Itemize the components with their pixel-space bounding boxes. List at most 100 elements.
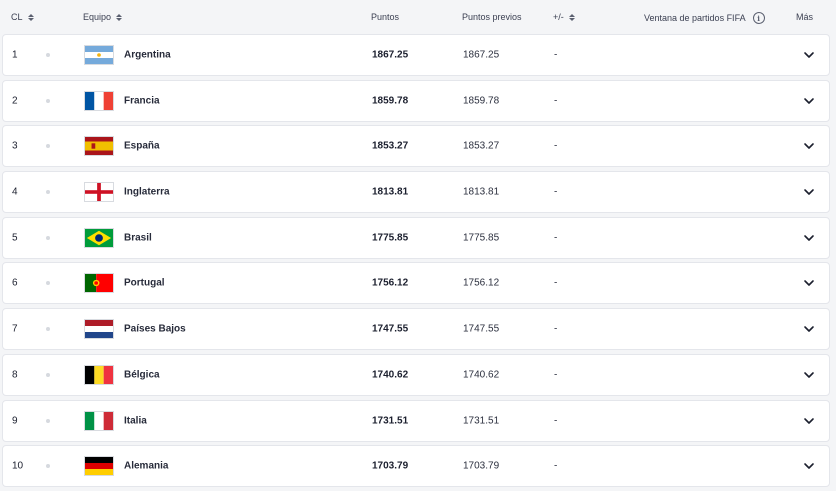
- points-diff: -: [554, 49, 558, 61]
- more-column-header: Más: [796, 12, 813, 22]
- points-diff: -: [554, 415, 558, 426]
- points-column-header: Puntos: [371, 12, 399, 22]
- team-name[interactable]: Inglaterra: [124, 187, 170, 198]
- points-header-label: Puntos: [371, 12, 400, 22]
- netherlands-flag-icon: [84, 319, 114, 340]
- team-column-header: Equipo: [83, 12, 112, 22]
- total-points: 1756.12: [372, 277, 409, 289]
- rank-number: 2: [12, 95, 18, 107]
- chevron-down-icon[interactable]: [803, 460, 815, 472]
- previous-points: 1867.25: [463, 49, 500, 61]
- team-name[interactable]: Brasil: [124, 232, 152, 243]
- trend-indicator: [46, 464, 50, 469]
- total-points: 1859.78: [372, 95, 409, 107]
- rank-number: 6: [12, 277, 18, 289]
- team-name[interactable]: Portugal: [124, 278, 165, 289]
- rank-number: 8: [12, 369, 18, 381]
- team-name[interactable]: Bélgica: [124, 369, 160, 380]
- sort-by-rank-button[interactable]: CL: [11, 12, 34, 22]
- trend-indicator: [46, 372, 50, 377]
- team-name[interactable]: Francia: [124, 95, 160, 106]
- rank-number: 4: [12, 186, 18, 198]
- chevron-down-icon[interactable]: [803, 186, 815, 198]
- match-window-column-header: Ventana de partidos FIFA i: [644, 12, 765, 24]
- england-flag-icon: [84, 182, 114, 203]
- chevron-down-icon[interactable]: [803, 277, 815, 289]
- total-points: 1703.79: [372, 460, 409, 472]
- chevron-down-icon[interactable]: [803, 323, 815, 335]
- previous-points: 1813.81: [463, 186, 500, 198]
- spain-flag-icon: [84, 136, 114, 157]
- points-diff: -: [554, 140, 558, 152]
- previous-points: 1731.51: [463, 415, 500, 426]
- ranking-table-header: CL Equipo Puntos Puntos previos +/- Vent…: [0, 0, 836, 34]
- team-name[interactable]: Argentina: [124, 50, 171, 61]
- total-points: 1731.51: [372, 415, 409, 426]
- ranking-row[interactable]: 6 Portugal 1756.12 1756.12 -: [2, 262, 830, 305]
- sort-by-team-button[interactable]: Equipo: [83, 12, 123, 22]
- argentina-flag-icon: [84, 45, 114, 65]
- team-name[interactable]: Alemania: [124, 461, 168, 472]
- total-points: 1747.55: [372, 323, 409, 335]
- points-diff: -: [554, 232, 558, 244]
- chevron-down-icon[interactable]: [803, 232, 815, 244]
- chevron-down-icon[interactable]: [803, 95, 815, 107]
- italy-flag-icon: [84, 410, 114, 431]
- rank-number: 9: [12, 415, 18, 426]
- match-window-header-label: Ventana de partidos FIFA: [644, 13, 746, 23]
- ranking-row[interactable]: 7 Países Bajos 1747.55 1747.55 -: [2, 308, 830, 351]
- ranking-row[interactable]: 8 Bélgica 1740.62 1740.62 -: [2, 353, 830, 396]
- diff-column-header: +/-: [553, 12, 564, 22]
- points-diff: -: [554, 186, 558, 198]
- rank-column-header: CL: [11, 12, 23, 22]
- ranking-row[interactable]: 5 Brasil 1775.85 1775.85 -: [2, 216, 830, 259]
- brazil-flag-icon: [84, 227, 114, 248]
- sort-icon: [568, 13, 575, 21]
- trend-indicator: [46, 144, 50, 149]
- trend-indicator: [46, 327, 50, 332]
- total-points: 1775.85: [372, 232, 409, 244]
- rank-number: 5: [12, 232, 18, 244]
- rank-number: 3: [12, 140, 18, 152]
- chevron-down-icon[interactable]: [803, 369, 815, 381]
- ranking-row[interactable]: 10 Alemania 1703.79 1703.79 -: [2, 445, 830, 488]
- belgium-flag-icon: [84, 364, 114, 385]
- rank-number: 7: [12, 323, 18, 335]
- previous-points-header-label: Puntos previos: [462, 12, 522, 22]
- chevron-down-icon[interactable]: [803, 415, 815, 427]
- previous-points: 1853.27: [463, 140, 500, 152]
- team-name[interactable]: Países Bajos: [124, 324, 186, 335]
- ranking-row[interactable]: 1 Argentina 1867.25 1867.25 -: [2, 34, 830, 76]
- previous-points: 1756.12: [463, 277, 500, 289]
- team-name[interactable]: España: [124, 141, 160, 152]
- chevron-down-icon[interactable]: [803, 140, 815, 152]
- previous-points: 1740.62: [463, 369, 500, 381]
- previous-points: 1747.55: [463, 323, 500, 335]
- rank-number: 1: [12, 49, 18, 61]
- trend-indicator: [46, 418, 50, 423]
- previous-points: 1703.79: [463, 460, 500, 472]
- trend-indicator: [46, 53, 50, 57]
- ranking-row[interactable]: 4 Inglaterra 1813.81 1813.81 -: [2, 171, 830, 214]
- ranking-row[interactable]: 3 España 1853.27 1853.27 -: [2, 125, 830, 168]
- sort-icon: [116, 13, 123, 21]
- team-name[interactable]: Italia: [124, 415, 147, 426]
- ranking-row[interactable]: 9 Italia 1731.51 1731.51 -: [2, 399, 830, 442]
- sort-icon: [27, 13, 34, 21]
- trend-indicator: [46, 281, 50, 286]
- previous-points-column-header: Puntos previos: [462, 12, 522, 22]
- ranking-table-body: 1 Argentina 1867.25 1867.25 - 2 Francia 1859.78…: [2, 34, 830, 491]
- chevron-down-icon[interactable]: [803, 49, 815, 61]
- points-diff: -: [554, 323, 558, 335]
- total-points: 1813.81: [372, 186, 409, 198]
- points-diff: -: [554, 369, 558, 381]
- previous-points: 1775.85: [463, 232, 500, 244]
- sort-by-diff-button[interactable]: +/-: [553, 12, 575, 22]
- ranking-row[interactable]: 2 Francia 1859.78 1859.78 -: [2, 79, 830, 122]
- portugal-flag-icon: [84, 273, 114, 294]
- points-diff: -: [554, 95, 558, 107]
- info-icon[interactable]: i: [752, 12, 765, 24]
- previous-points: 1859.78: [463, 95, 500, 107]
- rank-number: 10: [12, 460, 24, 472]
- points-diff: -: [554, 460, 558, 472]
